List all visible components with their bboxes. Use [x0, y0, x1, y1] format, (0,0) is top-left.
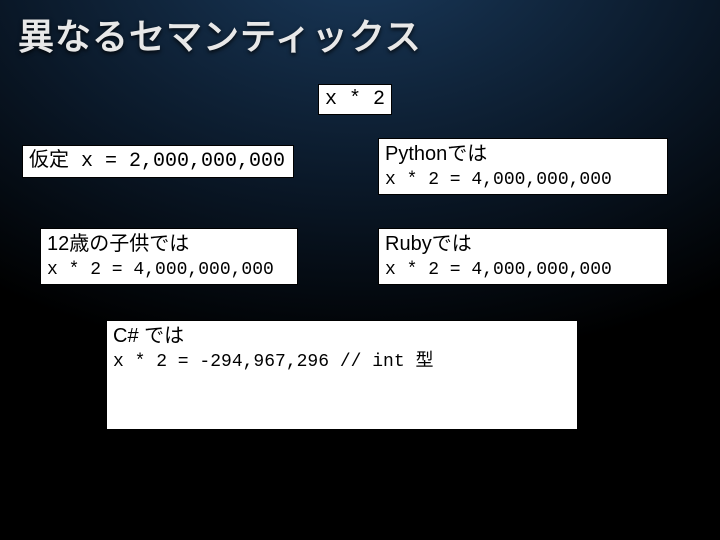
ruby-label: Rubyでは: [385, 231, 661, 258]
assumption-text: 仮定 x = 2,000,000,000: [29, 150, 285, 173]
child-result: x * 2 = 4,000,000,000: [47, 258, 291, 282]
expression-box: x * 2: [318, 84, 392, 115]
python-box: Pythonでは x * 2 = 4,000,000,000: [378, 138, 668, 195]
slide-title: 異なるセマンティックス: [18, 8, 422, 60]
csharp-label: C# では: [113, 323, 571, 350]
ruby-result: x * 2 = 4,000,000,000: [385, 258, 661, 282]
python-result: x * 2 = 4,000,000,000: [385, 168, 661, 192]
child-box: 12歳の子供では x * 2 = 4,000,000,000: [40, 228, 298, 285]
ruby-box: Rubyでは x * 2 = 4,000,000,000: [378, 228, 668, 285]
csharp-box: C# では x * 2 = -294,967,296 // int 型: [106, 320, 578, 430]
expression-code: x * 2: [325, 88, 385, 111]
python-label: Pythonでは: [385, 141, 661, 168]
child-label: 12歳の子供では: [47, 231, 291, 258]
assumption-box: 仮定 x = 2,000,000,000: [22, 145, 294, 178]
csharp-result: x * 2 = -294,967,296 // int 型: [113, 350, 571, 374]
